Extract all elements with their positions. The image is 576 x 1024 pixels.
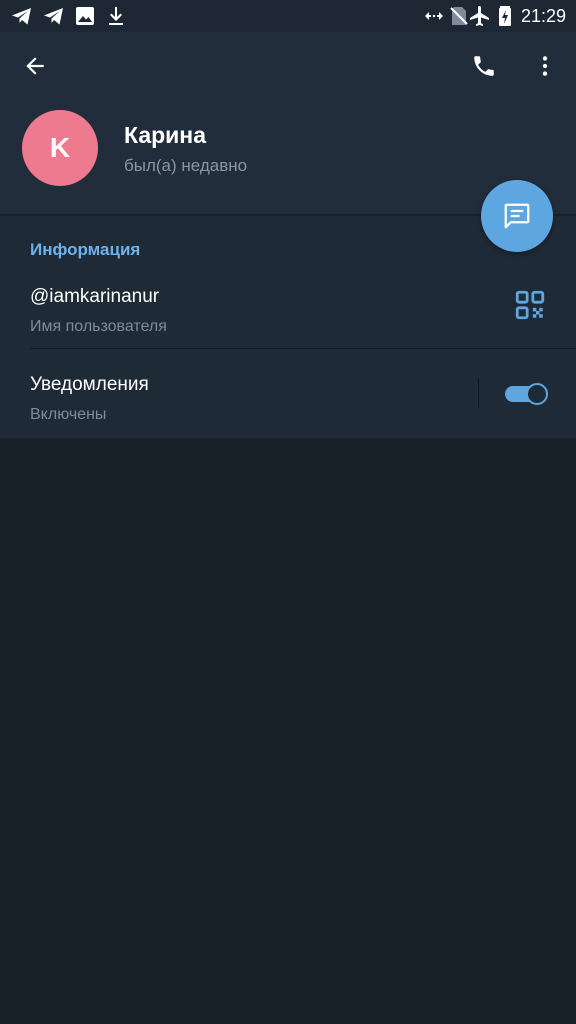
call-button[interactable] (460, 42, 508, 90)
more-vertical-icon (542, 56, 548, 76)
airplane-mode-icon (470, 6, 489, 26)
qr-code-icon[interactable] (513, 288, 547, 322)
data-transfer-icon (425, 12, 443, 20)
username-row[interactable]: @iamkarinanur Имя пользователя (0, 268, 576, 356)
avatar[interactable]: K (22, 110, 98, 186)
telegram-icon (44, 8, 63, 25)
username-value: @iamkarinanur (30, 286, 160, 307)
notifications-status: Включены (30, 406, 107, 423)
phone-icon (474, 56, 494, 76)
section-title: Информация (30, 240, 141, 259)
arrow-back-icon (26, 57, 44, 75)
message-icon (504, 203, 530, 229)
avatar-letter: K (49, 132, 71, 163)
toggle-knob (526, 383, 548, 405)
notifications-row[interactable]: Уведомления Включены (0, 356, 576, 444)
username-label: Имя пользователя (30, 318, 167, 335)
profile-status: был(а) недавно (124, 156, 248, 175)
more-options-button[interactable] (521, 42, 569, 90)
send-message-button[interactable] (481, 180, 553, 252)
back-button[interactable] (11, 42, 59, 90)
telegram-icon (12, 8, 31, 25)
notifications-toggle[interactable] (505, 383, 549, 405)
toggle-divider (478, 378, 479, 408)
download-icon (109, 7, 123, 25)
notifications-label: Уведомления (30, 374, 149, 395)
status-bar: 21:29 (0, 0, 576, 32)
profile-name: Карина (124, 122, 206, 148)
divider (30, 348, 576, 349)
battery-charging-icon (499, 6, 511, 26)
info-section: Информация @iamkarinanur Имя пользовател… (0, 216, 576, 438)
status-time: 21:29 (520, 6, 566, 26)
image-icon (76, 7, 94, 25)
profile-header: K Карина был(а) недавно (0, 32, 576, 214)
